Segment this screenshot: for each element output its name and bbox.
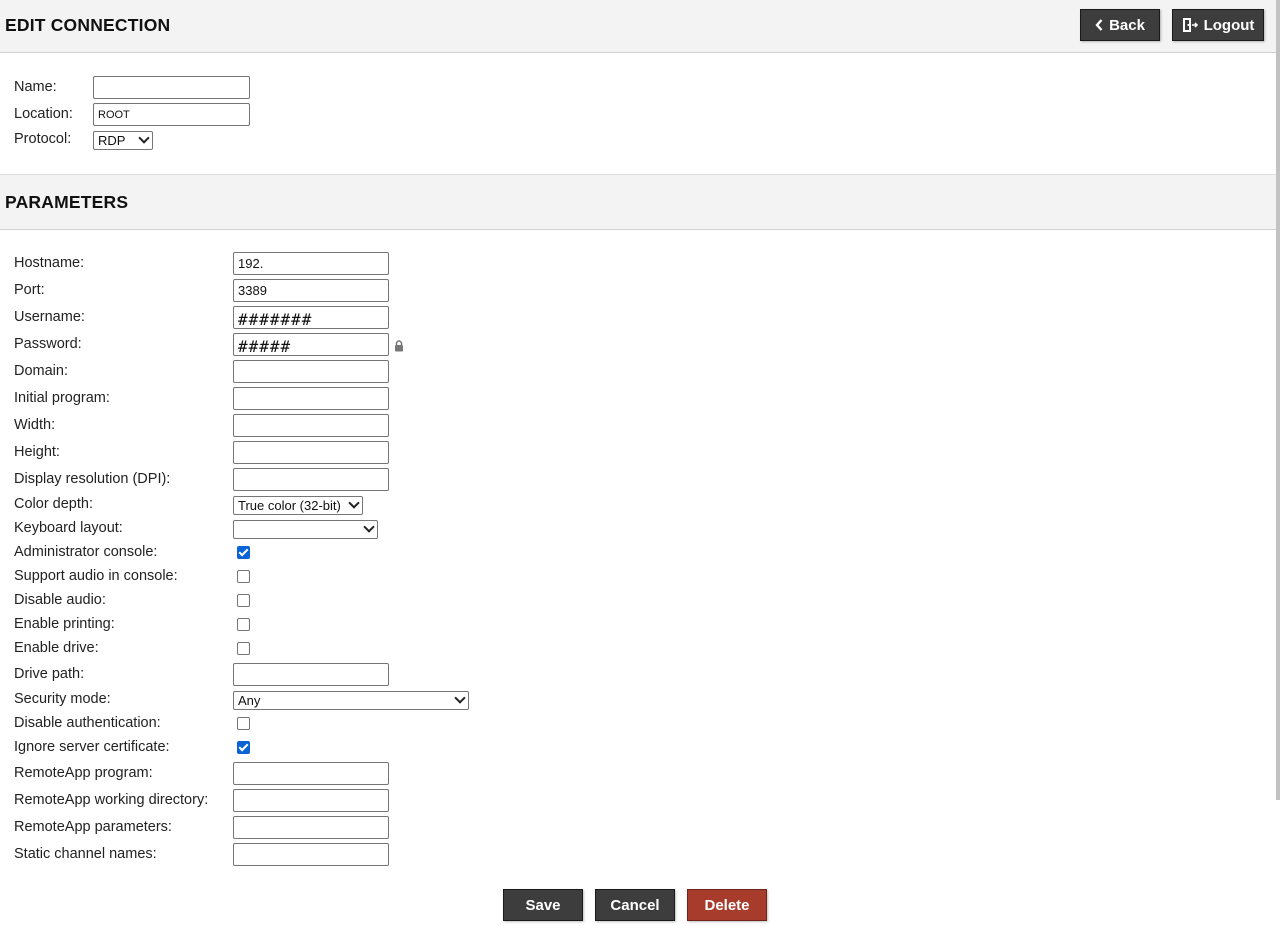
disable-audio-checkbox[interactable] bbox=[237, 594, 250, 607]
remoteapp-dir-input[interactable] bbox=[233, 789, 389, 812]
chevron-down-icon bbox=[348, 497, 360, 509]
color-depth-select[interactable]: True color (32-bit) bbox=[233, 496, 363, 515]
delete-button[interactable]: Delete bbox=[687, 889, 767, 921]
back-button[interactable]: Back bbox=[1080, 9, 1160, 41]
username-input[interactable] bbox=[233, 306, 389, 329]
security-mode-label: Security mode: bbox=[14, 691, 111, 707]
security-mode-select-value: Any bbox=[238, 693, 261, 708]
hostname-label: Hostname: bbox=[14, 255, 85, 271]
name-label: Name: bbox=[14, 79, 57, 95]
parameters-header: PARAMETERS bbox=[0, 174, 1276, 230]
drive-path-label: Drive path: bbox=[14, 666, 85, 682]
enable-printing-checkbox[interactable] bbox=[237, 618, 250, 631]
protocol-label: Protocol: bbox=[14, 131, 72, 147]
remoteapp-program-label: RemoteApp program: bbox=[14, 765, 153, 781]
remoteapp-params-label: RemoteApp parameters: bbox=[14, 819, 172, 835]
color-depth-label: Color depth: bbox=[14, 496, 93, 512]
disable-audio-label: Disable audio: bbox=[14, 592, 106, 608]
admin-console-checkbox[interactable] bbox=[237, 546, 250, 559]
port-label: Port: bbox=[14, 282, 45, 298]
protocol-select-value: RDP bbox=[98, 133, 126, 148]
save-button[interactable]: Save bbox=[503, 889, 583, 921]
domain-label: Domain: bbox=[14, 363, 68, 379]
logout-button[interactable]: Logout bbox=[1172, 9, 1264, 41]
keyboard-layout-select[interactable] bbox=[233, 520, 378, 539]
console-audio-checkbox[interactable] bbox=[237, 570, 250, 583]
height-input[interactable] bbox=[233, 441, 389, 464]
enable-drive-label: Enable drive: bbox=[14, 640, 99, 656]
chevron-down-icon bbox=[454, 692, 466, 704]
protocol-select[interactable]: RDP bbox=[93, 131, 153, 150]
logout-label: Logout bbox=[1203, 16, 1255, 34]
chevron-down-icon bbox=[363, 521, 375, 533]
console-audio-label: Support audio in console: bbox=[14, 568, 178, 584]
disable-auth-checkbox[interactable] bbox=[237, 717, 250, 730]
enable-printing-label: Enable printing: bbox=[14, 616, 115, 632]
color-depth-select-value: True color (32-bit) bbox=[238, 498, 341, 513]
remoteapp-program-input[interactable] bbox=[233, 762, 389, 785]
initial-program-label: Initial program: bbox=[14, 390, 110, 406]
location-input[interactable] bbox=[93, 103, 250, 126]
back-label: Back bbox=[1109, 16, 1145, 34]
domain-input[interactable] bbox=[233, 360, 389, 383]
security-mode-select[interactable]: Any bbox=[233, 691, 469, 710]
keyboard-layout-label: Keyboard layout: bbox=[14, 520, 123, 536]
password-input[interactable] bbox=[233, 333, 389, 356]
disable-auth-label: Disable authentication: bbox=[14, 715, 161, 731]
static-channels-input[interactable] bbox=[233, 843, 389, 866]
ignore-cert-checkbox[interactable] bbox=[237, 741, 250, 754]
page-title: EDIT CONNECTION bbox=[5, 15, 171, 35]
width-input[interactable] bbox=[233, 414, 389, 437]
height-label: Height: bbox=[14, 444, 60, 460]
cancel-button[interactable]: Cancel bbox=[595, 889, 675, 921]
drive-path-input[interactable] bbox=[233, 663, 389, 686]
parameters-title: PARAMETERS bbox=[5, 192, 129, 212]
password-label: Password: bbox=[14, 336, 82, 352]
chevron-down-icon bbox=[138, 132, 150, 144]
chevron-left-icon bbox=[1095, 19, 1103, 31]
width-label: Width: bbox=[14, 417, 56, 433]
remoteapp-dir-label: RemoteApp working directory: bbox=[14, 792, 209, 808]
logout-door-icon bbox=[1182, 17, 1198, 33]
lock-icon[interactable] bbox=[394, 340, 404, 356]
remoteapp-params-input[interactable] bbox=[233, 816, 389, 839]
initial-program-input[interactable] bbox=[233, 387, 389, 410]
static-channels-label: Static channel names: bbox=[14, 846, 157, 862]
dpi-label: Display resolution (DPI): bbox=[14, 471, 171, 487]
enable-drive-checkbox[interactable] bbox=[237, 642, 250, 655]
name-input[interactable] bbox=[93, 76, 250, 99]
admin-console-label: Administrator console: bbox=[14, 544, 158, 560]
location-label: Location: bbox=[14, 106, 73, 122]
ignore-cert-label: Ignore server certificate: bbox=[14, 739, 170, 755]
hostname-input[interactable] bbox=[233, 252, 389, 275]
port-input[interactable] bbox=[233, 279, 389, 302]
vertical-scrollbar[interactable] bbox=[1276, 0, 1280, 800]
username-label: Username: bbox=[14, 309, 85, 325]
dpi-input[interactable] bbox=[233, 468, 389, 491]
